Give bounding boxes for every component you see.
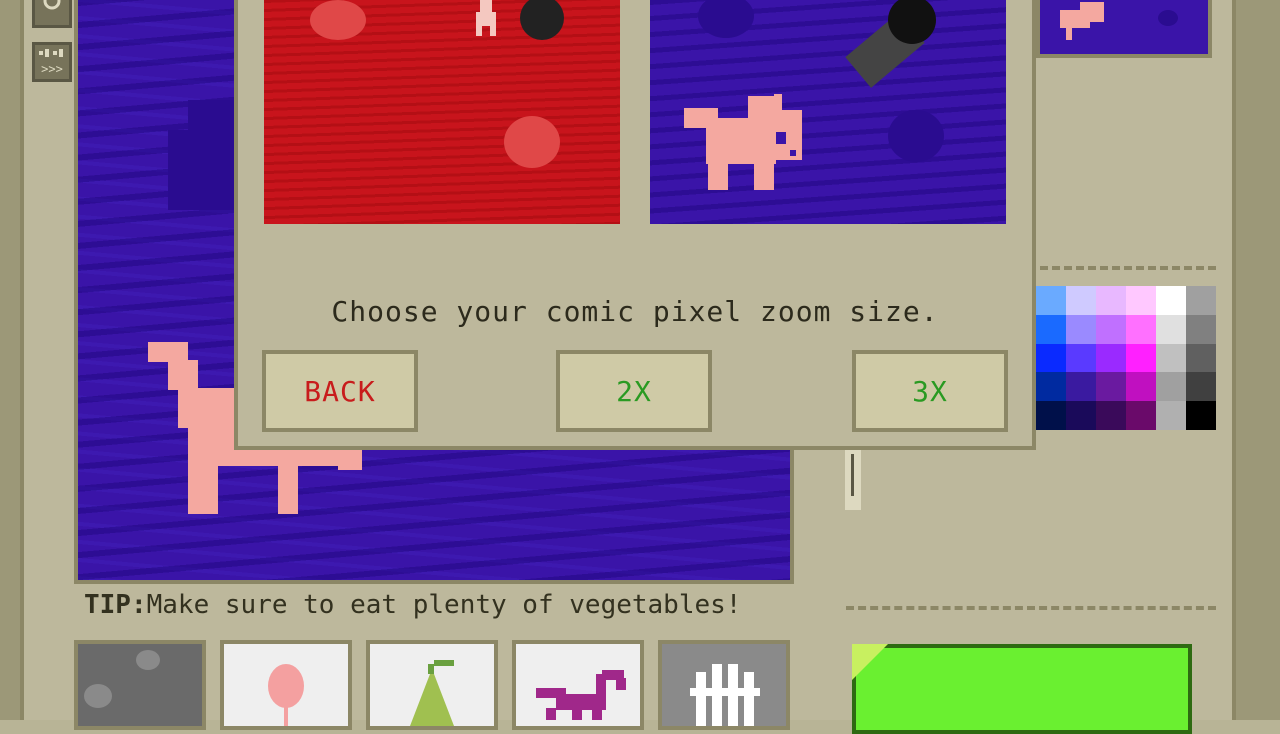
palette-swatch[interactable] [1156, 314, 1186, 344]
palette-swatch[interactable] [1066, 372, 1096, 402]
divider [846, 606, 1216, 610]
balloon-icon [268, 664, 304, 726]
palette-swatch[interactable] [1036, 343, 1066, 373]
fence-sticker[interactable] [658, 640, 790, 730]
palette-swatch[interactable] [1036, 314, 1066, 344]
scorpion-icon [536, 670, 626, 720]
zoom-3x-button[interactable]: 3X [852, 350, 1008, 432]
thumbnail-art [1060, 2, 1178, 40]
balloon-sticker[interactable] [220, 640, 352, 730]
palette-swatch[interactable] [1126, 372, 1156, 402]
palette-swatch[interactable] [1156, 401, 1186, 430]
palette-swatch[interactable] [1186, 314, 1216, 344]
palette-swatch[interactable] [1096, 286, 1126, 315]
palette-swatch[interactable] [1036, 372, 1066, 402]
right-edge [1236, 0, 1280, 720]
eye-tool-button[interactable] [32, 0, 72, 28]
palette-swatch[interactable] [1096, 314, 1126, 344]
palette-swatch[interactable] [1126, 314, 1156, 344]
svg-text:>>>: >>> [41, 62, 63, 76]
palette-swatch[interactable] [1126, 343, 1156, 373]
palette-swatch[interactable] [1096, 372, 1126, 402]
palette-swatch[interactable] [1186, 401, 1216, 430]
palette-swatch[interactable] [1096, 401, 1126, 430]
color-palette[interactable] [1036, 286, 1216, 430]
palette-swatch[interactable] [1186, 286, 1216, 315]
zoom-prompt: Choose your comic pixel zoom size. [331, 295, 939, 328]
preview-3x-art [684, 0, 944, 190]
palette-swatch[interactable] [1126, 286, 1156, 315]
palette-swatch[interactable] [1066, 286, 1096, 315]
palette-swatch[interactable] [1036, 401, 1066, 430]
palette-swatch[interactable] [1126, 401, 1156, 430]
palette-swatch[interactable] [1156, 286, 1186, 315]
shuffle-icon: >>> [39, 49, 63, 76]
tip-label: TIP: [84, 590, 147, 620]
cannon-icon [845, 0, 936, 88]
page-fold-icon [852, 644, 888, 680]
brush-slider[interactable] [845, 450, 861, 510]
palette-swatch[interactable] [1066, 401, 1096, 430]
palette-swatch[interactable] [1036, 286, 1066, 315]
divider [1040, 266, 1216, 270]
palette-swatch[interactable] [1186, 372, 1216, 402]
palette-swatch[interactable] [1096, 343, 1126, 373]
left-edge [0, 0, 20, 720]
palette-swatch[interactable] [1156, 343, 1186, 373]
zoom-preview-3x[interactable] [650, 0, 1006, 224]
fence-icon [690, 664, 760, 726]
rocks-sticker[interactable] [74, 640, 206, 730]
pear-icon [410, 660, 454, 726]
palette-swatch[interactable] [1066, 343, 1096, 373]
pear-sticker[interactable] [366, 640, 498, 730]
new-page-button[interactable] [852, 644, 1192, 734]
scorpion-sticker[interactable] [512, 640, 644, 730]
palette-swatch[interactable] [1156, 372, 1186, 402]
rocks-icon [84, 650, 160, 708]
tip-line: TIP:Make sure to eat plenty of vegetable… [84, 590, 741, 620]
zoom-2x-button[interactable]: 2X [556, 350, 712, 432]
shuffle-tool-button[interactable]: >>> [32, 42, 72, 82]
page-thumbnail[interactable] [1036, 0, 1212, 58]
tiny-person-icon [476, 0, 496, 36]
eye-icon [43, 0, 61, 10]
tip-text: Make sure to eat plenty of vegetables! [146, 590, 742, 620]
zoom-preview-2x[interactable] [264, 0, 620, 224]
back-button[interactable]: BACK [262, 350, 418, 432]
palette-swatch[interactable] [1186, 343, 1216, 373]
palette-swatch[interactable] [1066, 314, 1096, 344]
preview-2x-art [310, 0, 564, 168]
